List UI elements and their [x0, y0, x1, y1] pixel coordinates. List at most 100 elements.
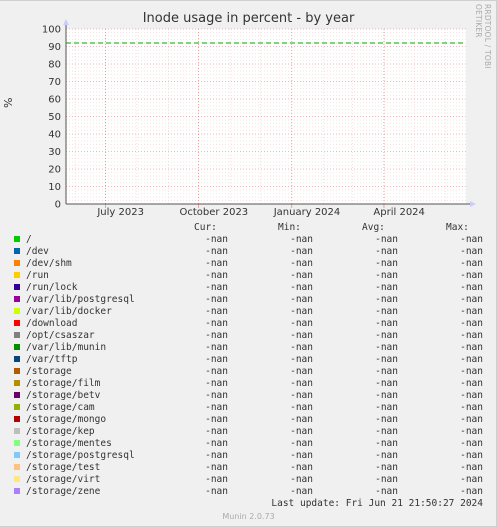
legend-value-min: -nan: [290, 366, 313, 377]
legend-row: /run -nan -nan -nan -nan: [0, 270, 497, 282]
legend-value-max: -nan: [460, 378, 483, 389]
legend-series-name: /opt/csaszar: [26, 330, 95, 341]
legend-value-max: -nan: [460, 450, 483, 461]
legend-value-cur: -nan: [205, 354, 228, 365]
legend-value-avg: -nan: [375, 426, 398, 437]
legend-value-cur: -nan: [205, 486, 228, 497]
legend-swatch: [14, 284, 20, 290]
y-tick-label: 80: [48, 60, 61, 71]
legend-row: /var/lib/postgresql -nan -nan -nan -nan: [0, 294, 497, 306]
legend-value-avg: -nan: [375, 354, 398, 365]
legend-swatch: [14, 440, 20, 446]
legend-swatch: [14, 404, 20, 410]
legend-value-cur: -nan: [205, 366, 228, 377]
legend-row: /storage/cam -nan -nan -nan -nan: [0, 402, 497, 414]
legend-swatch: [14, 380, 20, 386]
y-tick-label: 0: [55, 200, 61, 211]
legend-value-min: -nan: [290, 474, 313, 485]
legend-row: /run/lock -nan -nan -nan -nan: [0, 282, 497, 294]
legend-value-cur: -nan: [205, 390, 228, 401]
legend-row: /download -nan -nan -nan -nan: [0, 318, 497, 330]
legend-value-avg: -nan: [375, 258, 398, 269]
legend-swatch: [14, 320, 20, 326]
legend-value-cur: -nan: [205, 342, 228, 353]
legend-row: /storage/mentes -nan -nan -nan -nan: [0, 438, 497, 450]
legend-value-avg: -nan: [375, 318, 398, 329]
legend-swatch: [14, 272, 20, 278]
legend-swatch: [14, 464, 20, 470]
legend-value-max: -nan: [460, 306, 483, 317]
legend-value-max: -nan: [460, 462, 483, 473]
legend-value-max: -nan: [460, 402, 483, 413]
legend-value-max: -nan: [460, 246, 483, 257]
legend-header-avg: Avg:: [362, 222, 385, 233]
legend-value-cur: -nan: [205, 450, 228, 461]
legend-row: /var/tftp -nan -nan -nan -nan: [0, 354, 497, 366]
legend-value-min: -nan: [290, 402, 313, 413]
legend-series-name: /storage/betv: [26, 390, 101, 401]
legend-swatch: [14, 416, 20, 422]
legend-row: /dev -nan -nan -nan -nan: [0, 246, 497, 258]
legend-value-max: -nan: [460, 426, 483, 437]
legend-row: /storage/betv -nan -nan -nan -nan: [0, 390, 497, 402]
legend-value-cur: -nan: [205, 270, 228, 281]
y-tick-label: 40: [48, 130, 61, 141]
legend-series-name: /var/lib/munin: [26, 342, 107, 353]
legend-swatch: [14, 332, 20, 338]
legend-value-max: -nan: [460, 270, 483, 281]
y-tick-label: 50: [48, 112, 61, 123]
y-tick-label: 90: [48, 42, 61, 53]
legend-value-min: -nan: [290, 438, 313, 449]
legend-row: / -nan -nan -nan -nan: [0, 234, 497, 246]
legend-series-name: /var/lib/docker: [26, 306, 112, 317]
legend-value-cur: -nan: [205, 462, 228, 473]
legend-row: /storage/film -nan -nan -nan -nan: [0, 378, 497, 390]
legend-header-min: Min:: [278, 222, 301, 233]
legend-series-name: /storage/virt: [26, 474, 101, 485]
legend-swatch: [14, 344, 20, 350]
legend-swatch: [14, 260, 20, 266]
legend-value-max: -nan: [460, 282, 483, 293]
legend-value-max: -nan: [460, 342, 483, 353]
x-tick-label: October 2023: [180, 207, 249, 218]
legend-value-cur: -nan: [205, 378, 228, 389]
legend-value-min: -nan: [290, 318, 313, 329]
legend-value-cur: -nan: [205, 426, 228, 437]
legend-swatch: [14, 296, 20, 302]
legend-value-avg: -nan: [375, 378, 398, 389]
y-tick-label: 30: [48, 147, 61, 158]
legend-series-name: /storage/mentes: [26, 438, 112, 449]
legend-value-avg: -nan: [375, 270, 398, 281]
y-axis-arrow: [63, 19, 69, 25]
legend-value-avg: -nan: [375, 342, 398, 353]
legend-value-avg: -nan: [375, 414, 398, 425]
legend-value-avg: -nan: [375, 390, 398, 401]
legend-row: /storage/zene -nan -nan -nan -nan: [0, 486, 497, 498]
legend-row: /opt/csaszar -nan -nan -nan -nan: [0, 330, 497, 342]
legend-value-min: -nan: [290, 258, 313, 269]
legend-value-min: -nan: [290, 294, 313, 305]
legend-value-avg: -nan: [375, 306, 398, 317]
legend-row: /storage/test -nan -nan -nan -nan: [0, 462, 497, 474]
legend-series-name: /var/lib/postgresql: [26, 294, 135, 305]
legend-series-name: /storage/cam: [26, 402, 95, 413]
legend-value-avg: -nan: [375, 246, 398, 257]
legend-swatch: [14, 428, 20, 434]
legend-swatch: [14, 368, 20, 374]
legend-value-cur: -nan: [205, 246, 228, 257]
legend-value-min: -nan: [290, 390, 313, 401]
legend-value-cur: -nan: [205, 438, 228, 449]
plot-area: 0 10 20 30 40 50 60 70 80 90 100 July 2023 October 2…: [42, 19, 476, 218]
legend-value-cur: -nan: [205, 414, 228, 425]
legend-value-avg: -nan: [375, 330, 398, 341]
legend-swatch: [14, 476, 20, 482]
legend-value-min: -nan: [290, 354, 313, 365]
legend-row: /dev/shm -nan -nan -nan -nan: [0, 258, 497, 270]
legend-value-max: -nan: [460, 234, 483, 245]
legend-row: /var/lib/munin -nan -nan -nan -nan: [0, 342, 497, 354]
legend-value-max: -nan: [460, 318, 483, 329]
legend-row: /storage/virt -nan -nan -nan -nan: [0, 474, 497, 486]
legend-row: /storage -nan -nan -nan -nan: [0, 366, 497, 378]
legend-row: /storage/kep -nan -nan -nan -nan: [0, 426, 497, 438]
legend-series-name: /storage/zene: [26, 486, 101, 497]
